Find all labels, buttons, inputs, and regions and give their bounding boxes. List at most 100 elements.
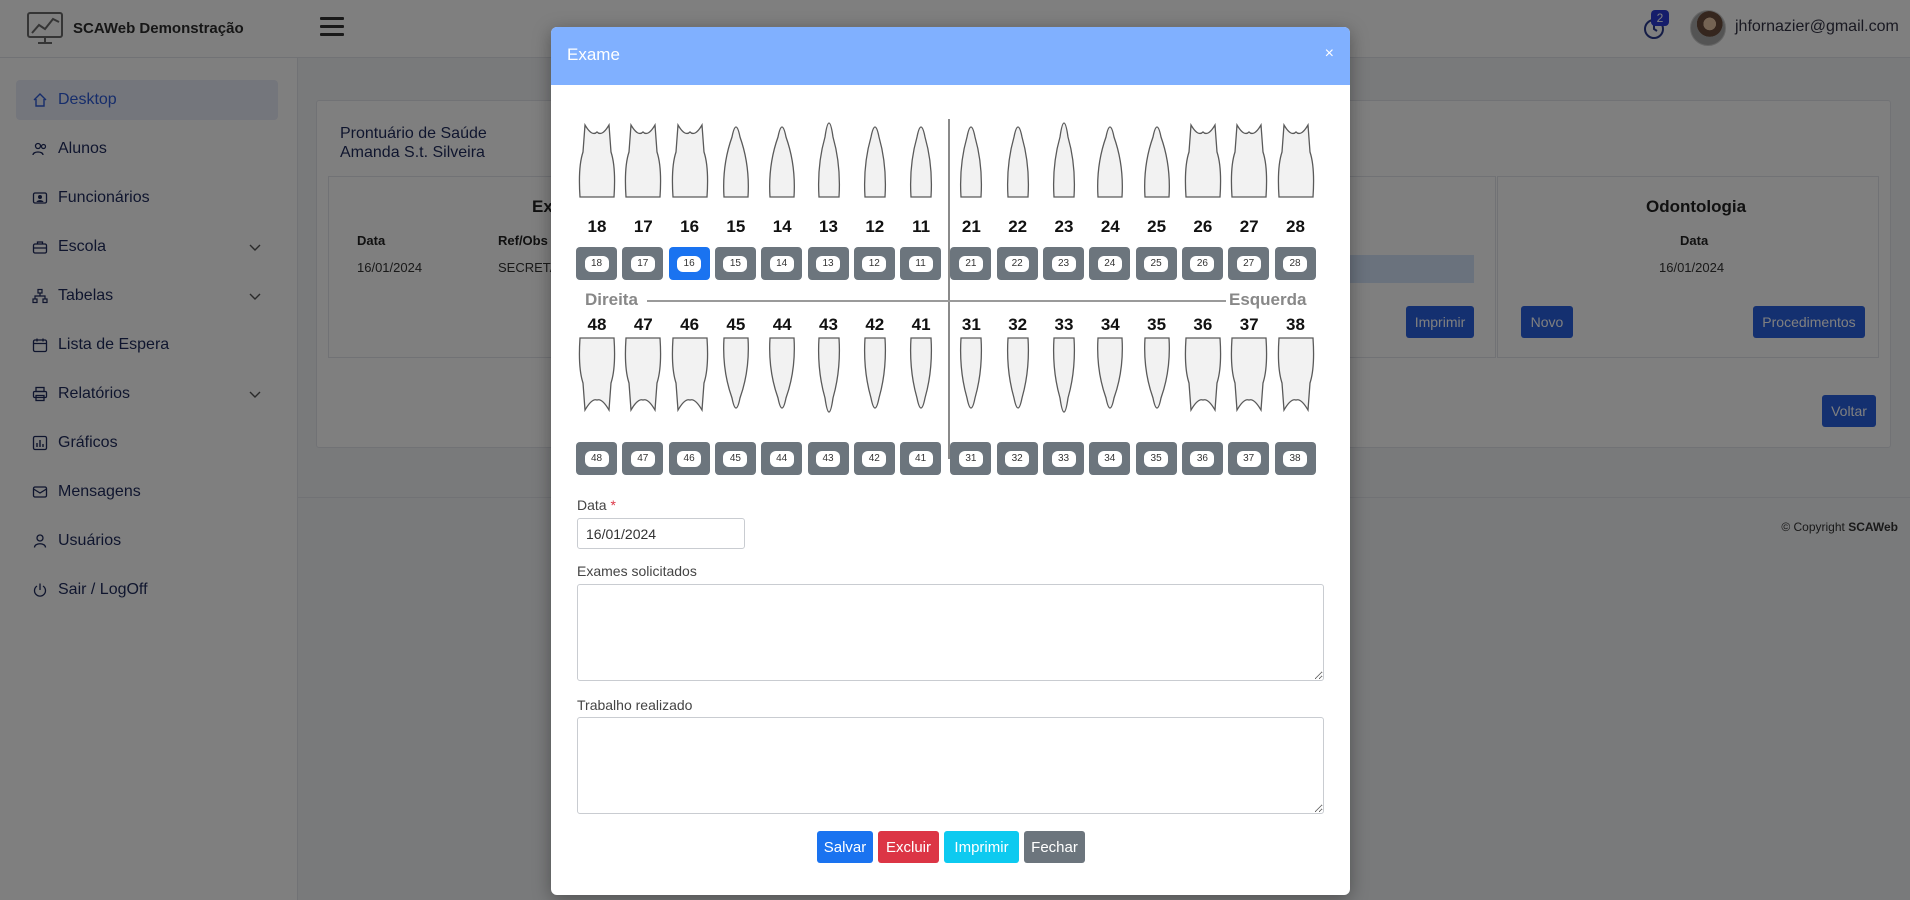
tooth-button-24[interactable]: 24	[1089, 247, 1131, 280]
close-icon[interactable]: ×	[1325, 45, 1334, 63]
tooth-number: 33	[1054, 315, 1074, 334]
tooth-button-label: 13	[816, 255, 840, 272]
modal-header: Exame ×	[551, 27, 1350, 85]
tooth-number: 14	[772, 217, 792, 236]
tooth-button-36[interactable]: 36	[1181, 442, 1223, 475]
tooth-button-23[interactable]: 23	[1043, 247, 1084, 280]
tooth-button-label: 11	[908, 255, 933, 272]
tooth-number: 31	[961, 315, 981, 334]
tooth-number: 15	[726, 217, 746, 236]
tooth-36-image	[1181, 328, 1225, 428]
tooth-button-48[interactable]: 48	[576, 442, 617, 475]
tooth-button-35[interactable]: 35	[1135, 442, 1177, 475]
tooth-button-44[interactable]: 44	[761, 442, 803, 475]
tooth-button-11[interactable]: 11	[900, 247, 942, 280]
tooth-number: 35	[1147, 315, 1167, 334]
tooth-13-image	[807, 107, 851, 207]
tooth-button-38[interactable]: 38	[1274, 442, 1316, 475]
tooth-button-47[interactable]: 47	[622, 442, 664, 475]
tooth-37-image	[1227, 328, 1271, 428]
tooth-button-15[interactable]: 15	[714, 247, 756, 280]
tooth-button-label: 21	[958, 255, 983, 272]
tooth-button-33[interactable]: 33	[1043, 442, 1084, 475]
tooth-button-label: 42	[862, 450, 887, 467]
tooth-button-label: 18	[584, 255, 609, 272]
date-label: Data *	[577, 497, 616, 513]
tooth-button-label: 45	[723, 450, 748, 467]
tooth-button-label: 32	[1005, 450, 1030, 467]
work-done-textarea[interactable]	[577, 717, 1324, 814]
tooth-button-label: 38	[1283, 450, 1307, 467]
tooth-button-28[interactable]: 28	[1274, 247, 1316, 280]
tooth-button-32[interactable]: 32	[996, 442, 1038, 475]
tooth-number: 28	[1286, 217, 1305, 236]
tooth-button-37[interactable]: 37	[1228, 442, 1270, 475]
tooth-button-16[interactable]: 16	[668, 247, 710, 280]
tooth-number: 48	[587, 315, 607, 334]
tooth-number: 32	[1008, 315, 1028, 334]
tooth-button-label: 24	[1097, 255, 1122, 272]
tooth-45-image	[714, 328, 758, 428]
tooth-number: 13	[819, 217, 838, 236]
tooth-button-label: 46	[677, 450, 702, 467]
tooth-button-22[interactable]: 22	[996, 247, 1038, 280]
tooth-button-label: 33	[1051, 450, 1076, 467]
tooth-button-13[interactable]: 13	[807, 247, 849, 280]
tooth-button-21[interactable]: 21	[950, 247, 992, 280]
date-label-text: Data	[577, 497, 607, 513]
tooth-button-18[interactable]: 18	[576, 247, 617, 280]
tooth-button-27[interactable]: 27	[1228, 247, 1270, 280]
tooth-32-image	[996, 328, 1040, 428]
tooth-button-43[interactable]: 43	[807, 442, 849, 475]
tooth-number: 22	[1008, 217, 1028, 236]
tooth-button-label: 28	[1283, 255, 1307, 272]
tooth-44-image	[760, 328, 804, 428]
tooth-button-label: 25	[1144, 255, 1169, 272]
tooth-button-label: 22	[1005, 255, 1030, 272]
midline-divider	[948, 119, 950, 459]
tooth-button-label: 47	[630, 450, 655, 467]
tooth-button-17[interactable]: 17	[622, 247, 664, 280]
tooth-button-label: 31	[958, 450, 983, 467]
tooth-button-label: 35	[1144, 450, 1169, 467]
tooth-number: 16	[680, 217, 700, 236]
tooth-button-26[interactable]: 26	[1181, 247, 1223, 280]
tooth-button-label: 12	[862, 255, 887, 272]
save-button[interactable]: Salvar	[817, 831, 873, 863]
tooth-15-image	[714, 107, 758, 207]
tooth-number: 45	[726, 315, 746, 334]
tooth-button-label: 43	[816, 450, 840, 467]
tooth-27-image	[1227, 107, 1271, 207]
tooth-11-image	[899, 107, 943, 207]
tooth-button-label: 48	[584, 450, 609, 467]
close-button[interactable]: Fechar	[1024, 831, 1085, 863]
tooth-button-label: 44	[769, 450, 794, 467]
tooth-number: 27	[1239, 217, 1259, 236]
arch-divider	[647, 300, 1226, 302]
tooth-17-image	[621, 107, 665, 207]
tooth-25-image	[1135, 107, 1179, 207]
tooth-12-image	[853, 107, 897, 207]
date-input[interactable]	[577, 518, 745, 549]
tooth-button-label: 16	[677, 255, 702, 272]
tooth-button-45[interactable]: 45	[714, 442, 756, 475]
tooth-number: 23	[1054, 217, 1074, 236]
tooth-31-image	[949, 328, 993, 428]
tooth-number: 18	[587, 217, 607, 236]
print-modal-button[interactable]: Imprimir	[944, 831, 1019, 863]
tooth-number: 42	[865, 315, 885, 334]
tooth-button-14[interactable]: 14	[761, 247, 803, 280]
delete-button[interactable]: Excluir	[878, 831, 939, 863]
tooth-button-41[interactable]: 41	[900, 442, 942, 475]
tooth-button-12[interactable]: 12	[853, 247, 895, 280]
exams-requested-textarea[interactable]	[577, 584, 1324, 681]
tooth-button-label: 36	[1190, 450, 1215, 467]
tooth-button-25[interactable]: 25	[1135, 247, 1177, 280]
tooth-button-42[interactable]: 42	[853, 442, 895, 475]
tooth-48-image	[575, 328, 619, 428]
tooth-button-31[interactable]: 31	[950, 442, 992, 475]
tooth-22-image	[996, 107, 1040, 207]
tooth-button-label: 23	[1051, 255, 1076, 272]
tooth-button-34[interactable]: 34	[1089, 442, 1131, 475]
tooth-button-46[interactable]: 46	[668, 442, 710, 475]
